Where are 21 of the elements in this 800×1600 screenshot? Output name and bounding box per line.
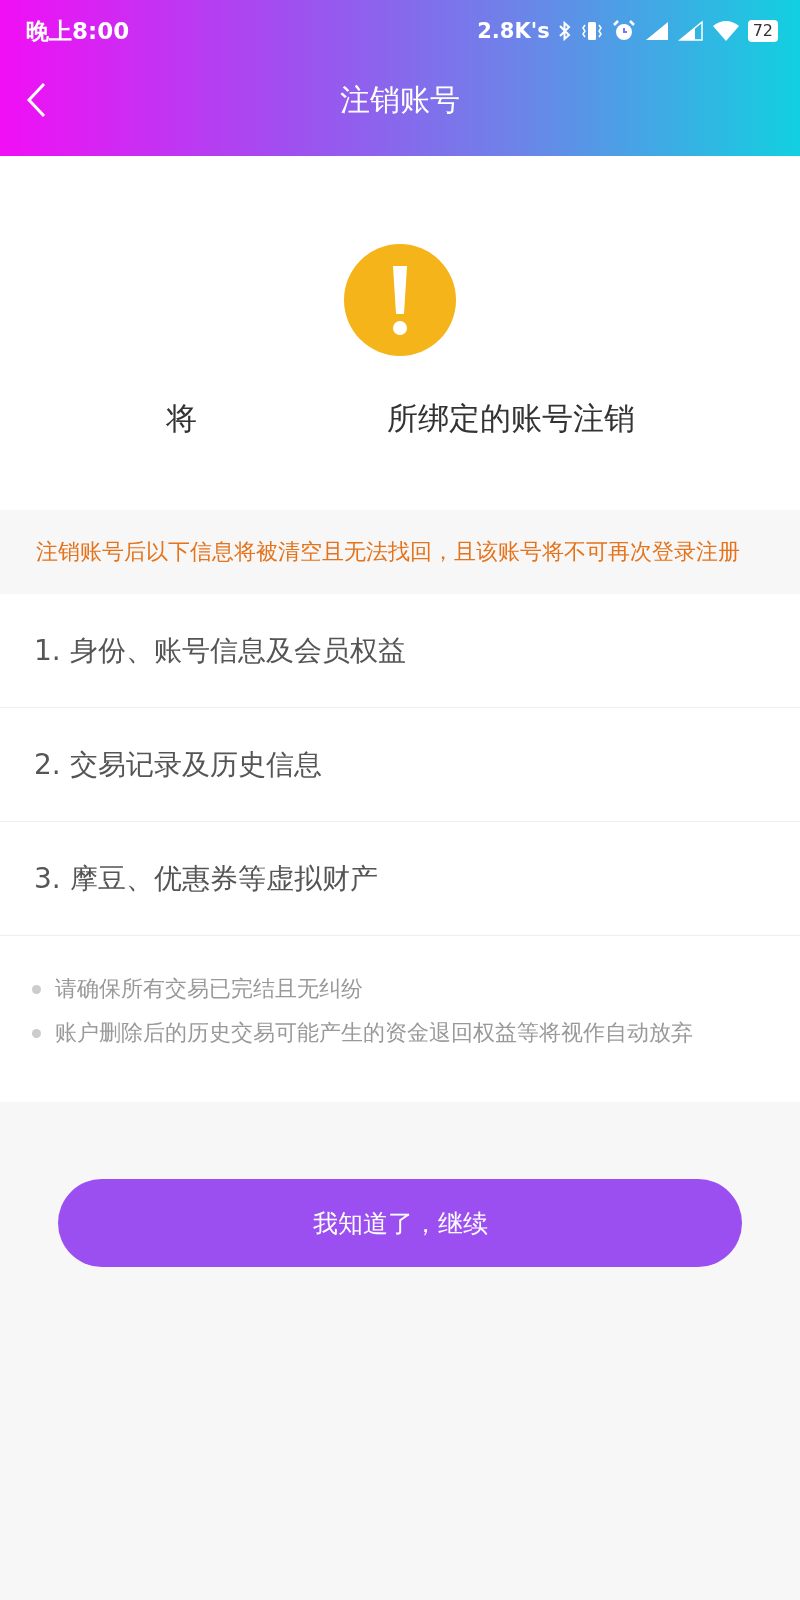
continue-button[interactable]: 我知道了，继续: [58, 1179, 742, 1267]
bullet-icon: [32, 984, 41, 994]
page-title: 注销账号: [340, 80, 460, 119]
vibrate-icon: [579, 20, 604, 42]
status-time: 晚上8:00: [26, 16, 130, 46]
confirm-text: 所绑定的账号注销: [386, 399, 635, 438]
warning-icon: [344, 244, 456, 356]
alarm-icon: [611, 19, 636, 43]
network-speed: 2.8K's: [477, 19, 550, 43]
battery-level: 72: [747, 20, 778, 42]
wifi-icon: [711, 20, 740, 42]
bluetooth-icon: [557, 20, 572, 42]
info-item: 2. 交易记录及历史信息: [34, 746, 322, 783]
back-icon[interactable]: [26, 82, 48, 118]
note-text: 账户删除后的历史交易可能产生的资金退回权益等将视作自动放弃: [55, 1019, 694, 1047]
note-text: 请确保所有交易已完结且无纠纷: [55, 975, 364, 1003]
signal-icon: [677, 20, 704, 42]
confirm-text: 将: [165, 399, 197, 438]
bullet-icon: [32, 1028, 41, 1038]
info-item: 3. 摩豆、优惠券等虚拟财产: [34, 860, 378, 897]
info-item: 1. 身份、账号信息及会员权益: [34, 632, 406, 669]
